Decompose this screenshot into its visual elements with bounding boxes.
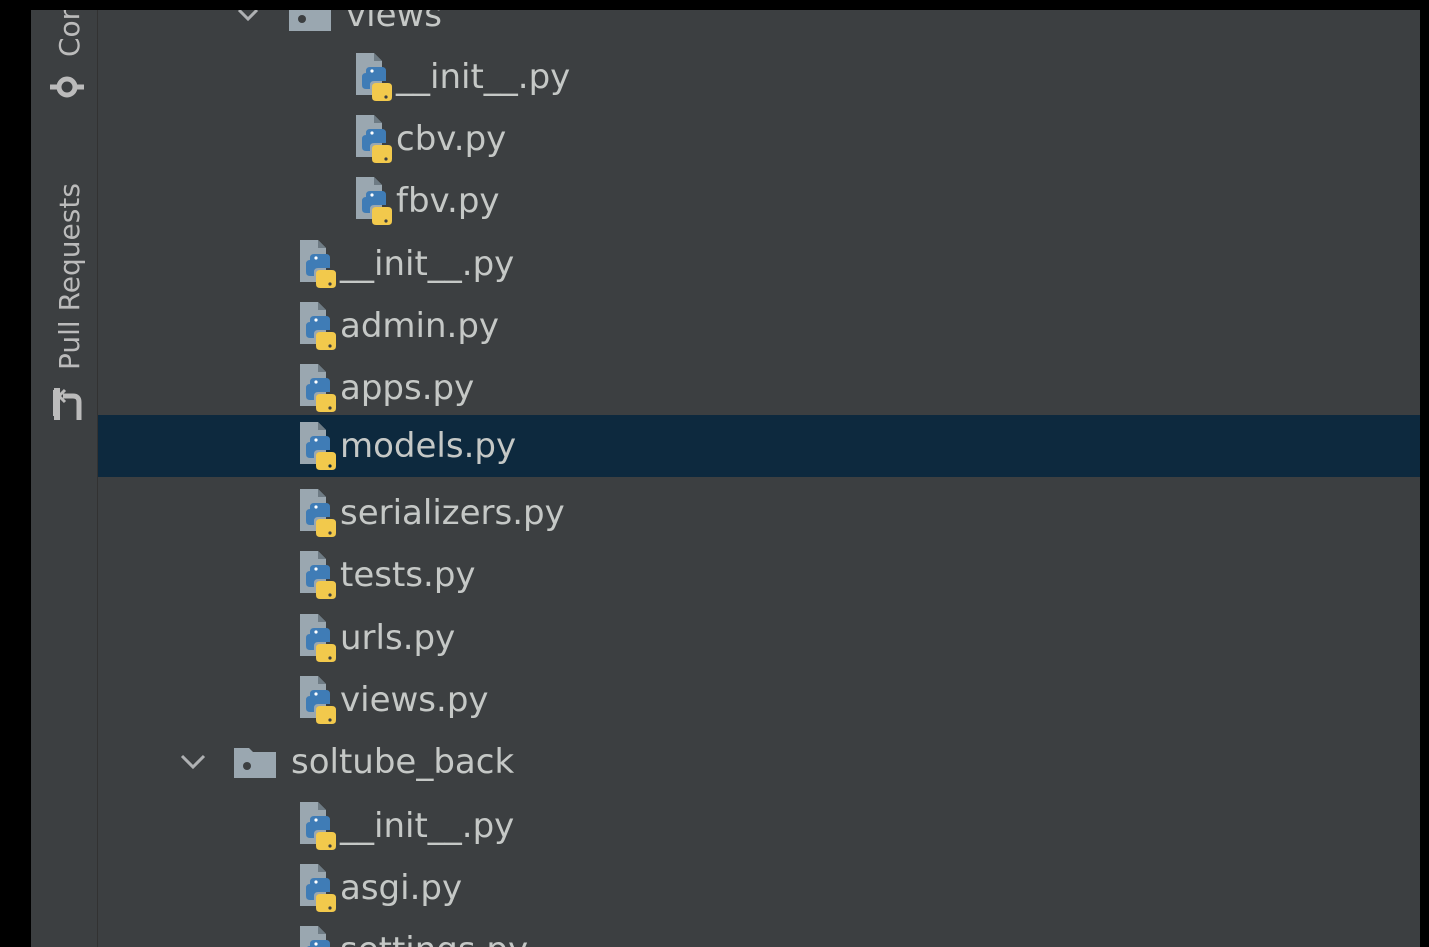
tree-item-label: __init__.py xyxy=(340,244,515,284)
tree-row-file[interactable]: serializers.py xyxy=(98,482,1420,544)
tree-item-label: urls.py xyxy=(340,618,456,658)
tree-row-file-selected[interactable]: models.py xyxy=(98,415,1420,477)
tree-item-label: fbv.py xyxy=(396,181,500,221)
ide-window: Commit Pull Requests view xyxy=(31,10,1420,947)
tree-item-label: __init__.py xyxy=(396,57,571,97)
tree-row-folder-soltube-back[interactable]: soltube_back xyxy=(98,731,1420,793)
python-file-icon xyxy=(300,802,336,850)
tree-item-label: settings.py xyxy=(340,930,528,947)
tree-item-label: apps.py xyxy=(340,368,475,408)
tool-tab-commit[interactable]: Commit xyxy=(47,10,87,110)
tree-item-label: __init__.py xyxy=(340,806,515,846)
commit-icon xyxy=(50,76,84,98)
tree-item-label: serializers.py xyxy=(340,493,565,533)
tool-tab-commit-label: Commit xyxy=(53,10,86,57)
tree-row-file[interactable]: apps.py xyxy=(98,357,1420,419)
tree-row-file[interactable]: __init__.py xyxy=(98,233,1420,295)
tool-window-strip: Commit Pull Requests xyxy=(31,10,98,947)
tree-row-file[interactable]: tests.py xyxy=(98,544,1420,606)
chevron-down-icon[interactable] xyxy=(173,731,213,793)
tree-item-label: cbv.py xyxy=(396,119,507,159)
tree-row-file[interactable]: fbv.py xyxy=(98,170,1420,232)
python-file-icon xyxy=(300,676,336,724)
python-file-icon xyxy=(300,614,336,662)
tree-row-file[interactable]: views.py xyxy=(98,669,1420,731)
tool-tab-pull-requests-label: Pull Requests xyxy=(53,183,86,370)
python-file-icon xyxy=(356,53,392,101)
tree-row-file[interactable]: settings.py xyxy=(98,919,1420,947)
python-file-icon xyxy=(356,115,392,163)
tree-item-label: soltube_back xyxy=(291,742,515,782)
tree-item-label: tests.py xyxy=(340,555,476,595)
python-file-icon xyxy=(300,302,336,350)
tree-row-file[interactable]: asgi.py xyxy=(98,857,1420,919)
tree-row-file[interactable]: cbv.py xyxy=(98,108,1420,170)
tree-row-folder-views[interactable]: views xyxy=(98,10,1420,46)
folder-icon xyxy=(289,10,331,31)
python-file-icon xyxy=(300,364,336,412)
folder-icon xyxy=(234,748,276,778)
python-file-icon xyxy=(300,489,336,537)
tree-row-file[interactable]: urls.py xyxy=(98,607,1420,669)
tree-item-label: asgi.py xyxy=(340,868,463,908)
python-file-icon xyxy=(300,551,336,599)
tree-item-label: views.py xyxy=(340,680,489,720)
tree-row-file[interactable]: __init__.py xyxy=(98,46,1420,108)
chevron-down-icon[interactable] xyxy=(228,10,268,46)
python-file-icon xyxy=(300,864,336,912)
tree-item-label: admin.py xyxy=(340,306,500,346)
python-file-icon xyxy=(300,926,330,947)
tool-tab-pull-requests[interactable]: Pull Requests xyxy=(47,170,87,430)
python-file-icon xyxy=(356,177,392,225)
tree-row-file[interactable]: __init__.py xyxy=(98,795,1420,857)
tree-item-label: views xyxy=(346,10,443,35)
tree-item-label: models.py xyxy=(340,426,517,466)
project-tree: views __init__.py cbv.py fbv.py __init__… xyxy=(98,10,1420,947)
python-file-icon xyxy=(300,240,336,288)
tree-row-file[interactable]: admin.py xyxy=(98,295,1420,357)
pull-request-icon xyxy=(53,388,82,420)
python-file-icon xyxy=(300,422,336,470)
